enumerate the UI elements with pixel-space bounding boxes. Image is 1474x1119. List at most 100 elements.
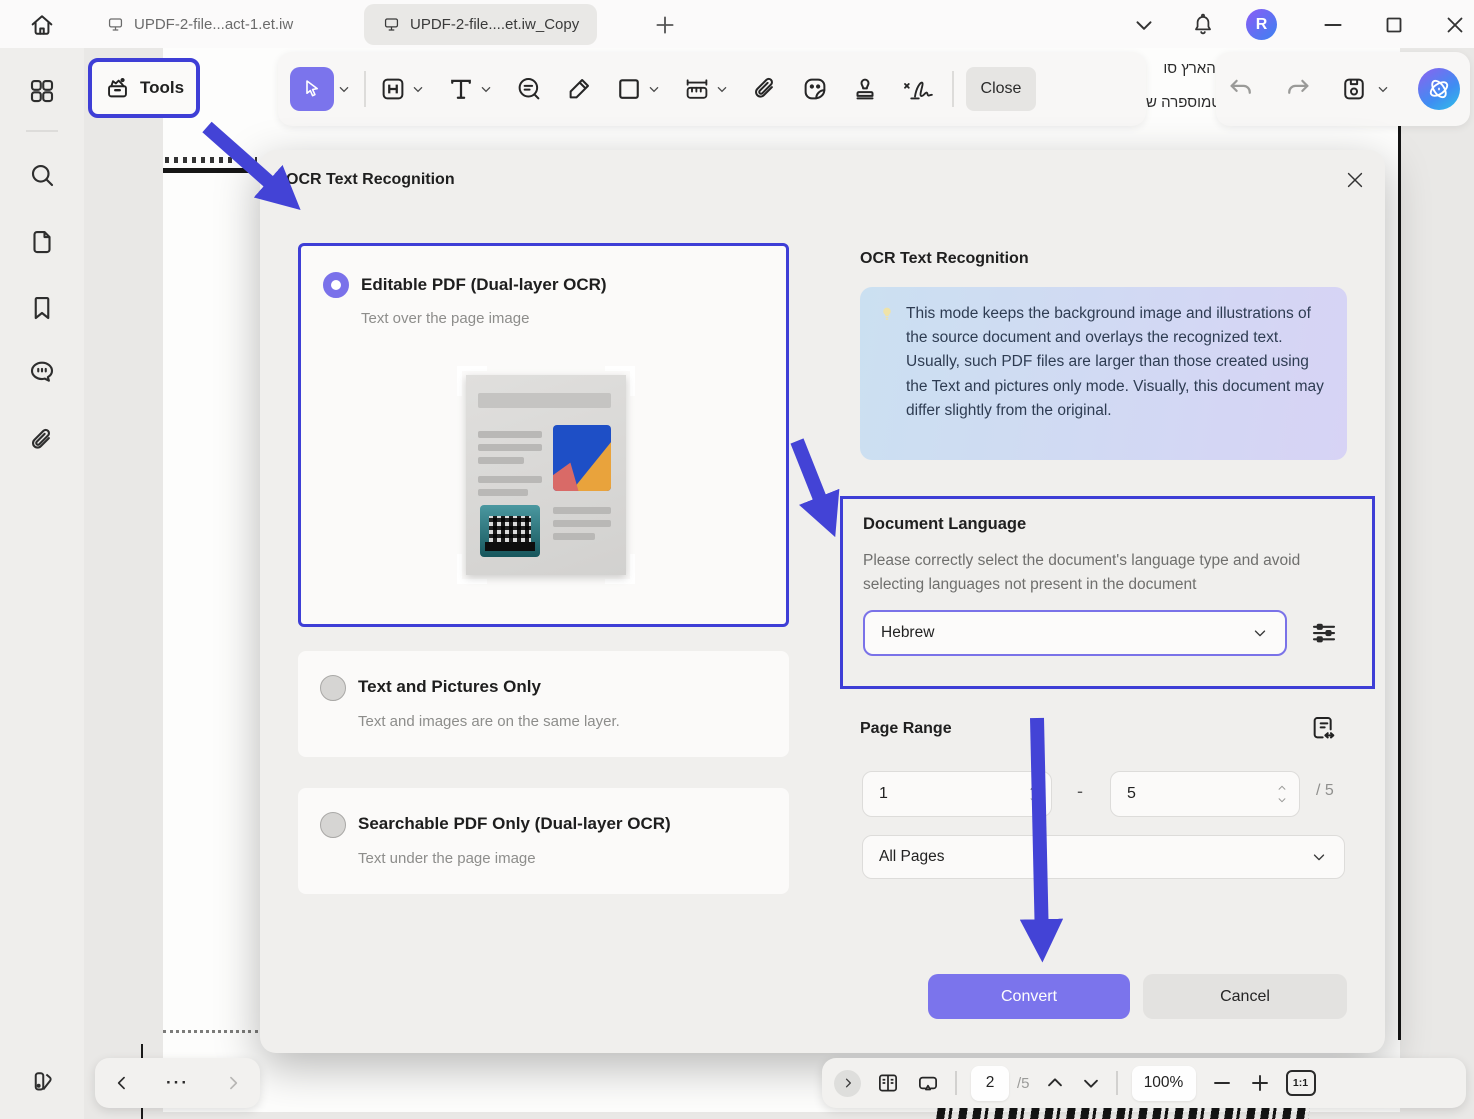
save-dropdown[interactable] xyxy=(1375,81,1391,97)
bookmark-icon xyxy=(34,296,50,320)
nav-more-button[interactable]: ··· xyxy=(166,1073,189,1093)
history-nav-bar: ··· xyxy=(95,1058,260,1108)
select-tool-dropdown[interactable] xyxy=(336,81,352,97)
radio-unselected-icon[interactable] xyxy=(320,675,346,701)
attachments-panel-button[interactable] xyxy=(27,425,57,455)
chevron-down-icon xyxy=(1313,854,1325,861)
mode-info-heading: OCR Text Recognition xyxy=(860,250,1029,267)
cursor-icon xyxy=(306,80,318,97)
language-advanced-settings-button[interactable] xyxy=(1309,618,1339,648)
select-tool-button[interactable] xyxy=(290,67,334,111)
sample-page xyxy=(466,375,626,575)
convert-button[interactable]: Convert xyxy=(928,974,1130,1019)
theme-swatches-button[interactable] xyxy=(27,1067,57,1097)
new-tab-button[interactable] xyxy=(652,12,678,38)
close-tools-button[interactable]: Close xyxy=(966,67,1036,111)
option-searchable-pdf[interactable]: Searchable PDF Only (Dual-layer OCR) Tex… xyxy=(298,788,789,894)
pen-tool-button[interactable] xyxy=(564,74,594,104)
page-range-settings-button[interactable] xyxy=(1308,712,1340,744)
tab-label: UPDF-2-file...act-1.et.iw xyxy=(134,16,294,33)
expand-panel-button[interactable] xyxy=(834,1069,861,1097)
page-layout-button[interactable] xyxy=(875,1070,901,1096)
page-to-field[interactable] xyxy=(1110,771,1300,817)
stamp-tool-button[interactable] xyxy=(850,74,880,104)
tab-list-button[interactable] xyxy=(1131,12,1157,38)
dialog-title: OCR Text Recognition xyxy=(286,171,455,188)
previous-page-button[interactable] xyxy=(1044,1072,1066,1094)
shape-tool-button[interactable] xyxy=(614,74,644,104)
signature-tool-button[interactable] xyxy=(900,74,940,104)
bar-separator xyxy=(955,1071,957,1095)
history-toolbar xyxy=(1216,52,1470,126)
page-to-stepper[interactable] xyxy=(1275,783,1289,805)
presentation-button[interactable] xyxy=(915,1070,941,1096)
left-sidebar xyxy=(0,48,84,1119)
option-title: Editable PDF (Dual-layer OCR) xyxy=(361,275,607,294)
cancel-button[interactable]: Cancel xyxy=(1143,974,1347,1019)
page-from-input[interactable] xyxy=(863,785,983,803)
measure-tool-button[interactable] xyxy=(682,74,712,104)
page-scope-value: All Pages xyxy=(879,848,945,865)
save-button[interactable] xyxy=(1339,74,1369,104)
attach-tool-button[interactable] xyxy=(750,74,780,104)
sliders-icon xyxy=(1312,623,1336,643)
option-text-pictures-only[interactable]: Text and Pictures Only Text and images a… xyxy=(298,651,789,757)
pages-panel-button[interactable] xyxy=(27,227,57,257)
sticker-tool-button[interactable] xyxy=(800,74,830,104)
option-subtitle: Text over the page image xyxy=(361,310,530,327)
chevron-down-icon xyxy=(1254,630,1266,637)
page-number-input[interactable]: 2 xyxy=(971,1065,1009,1101)
undo-button[interactable] xyxy=(1226,74,1256,104)
nav-back-button[interactable] xyxy=(112,1073,132,1093)
zoom-out-button[interactable] xyxy=(1210,1071,1234,1095)
language-heading: Document Language xyxy=(863,515,1027,533)
home-button[interactable] xyxy=(22,8,62,42)
page-count-label: /5 xyxy=(1017,1074,1030,1092)
tab-document-2[interactable]: UPDF-2-file....et.iw_Copy xyxy=(364,4,598,45)
user-avatar[interactable]: R xyxy=(1246,9,1277,40)
chevron-right-icon xyxy=(845,1078,851,1088)
page-scope-dropdown[interactable]: All Pages xyxy=(862,835,1345,879)
shape-tool-dropdown[interactable] xyxy=(646,81,662,97)
page-dotted-edge xyxy=(163,1030,258,1033)
search-button[interactable] xyxy=(27,160,57,190)
radio-selected-icon[interactable] xyxy=(323,272,349,298)
document-tab-icon xyxy=(108,18,123,31)
maximize-button[interactable] xyxy=(1381,12,1407,38)
text-tool-dropdown[interactable] xyxy=(478,81,494,97)
notifications-button[interactable] xyxy=(1190,12,1216,38)
zoom-level-input[interactable]: 100% xyxy=(1131,1065,1196,1101)
tab-label: UPDF-2-file....et.iw_Copy xyxy=(410,16,580,33)
measure-tool-dropdown[interactable] xyxy=(714,81,730,97)
thumbnails-panel-button[interactable] xyxy=(27,76,57,106)
heading-tool-button[interactable] xyxy=(378,74,408,104)
toolbar-separator xyxy=(364,71,366,107)
option-editable-pdf[interactable]: Editable PDF (Dual-layer OCR) Text over … xyxy=(298,243,789,627)
ai-assistant-button[interactable] xyxy=(1417,68,1460,110)
redo-button[interactable] xyxy=(1283,74,1313,104)
minimize-button[interactable] xyxy=(1320,12,1346,38)
close-window-button[interactable] xyxy=(1442,12,1468,38)
next-page-button[interactable] xyxy=(1080,1072,1102,1094)
toolbar-separator xyxy=(952,71,954,107)
page-to-input[interactable] xyxy=(1111,785,1231,803)
home-icon xyxy=(31,15,53,35)
zoom-in-button[interactable] xyxy=(1248,1071,1272,1095)
comments-panel-button[interactable] xyxy=(27,357,57,387)
language-dropdown[interactable]: Hebrew xyxy=(863,610,1287,656)
radio-unselected-icon[interactable] xyxy=(320,812,346,838)
dialog-close-button[interactable] xyxy=(1344,169,1366,191)
language-description: Please correctly select the document's l… xyxy=(863,552,1301,593)
page-from-field[interactable] xyxy=(862,771,1052,817)
bookmarks-panel-button[interactable] xyxy=(27,293,57,323)
tab-document-1[interactable]: UPDF-2-file...act-1.et.iw xyxy=(88,4,311,45)
page-right-border xyxy=(1398,115,1401,1040)
heading-tool-dropdown[interactable] xyxy=(410,81,426,97)
text-tool-button[interactable] xyxy=(446,74,476,104)
nav-forward-button[interactable] xyxy=(223,1073,243,1093)
comment-icon xyxy=(30,361,54,382)
actual-size-button[interactable]: 1:1 xyxy=(1285,1070,1316,1096)
tools-button[interactable]: Tools xyxy=(88,58,200,118)
page-from-stepper[interactable] xyxy=(1027,783,1041,805)
ocr-search-tool-button[interactable] xyxy=(514,74,544,104)
